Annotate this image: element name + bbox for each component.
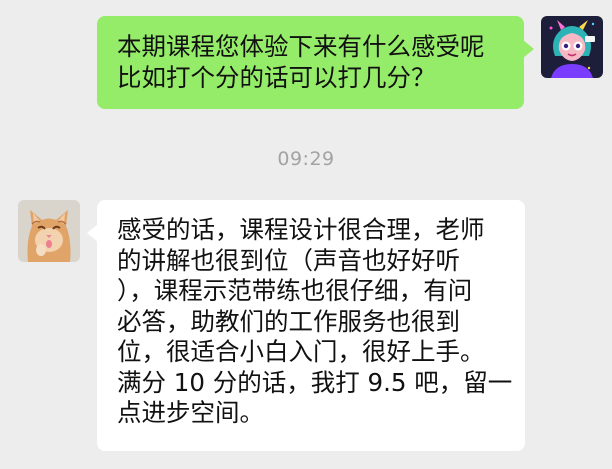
received-message-line: 满分 10 分的话，我打 9.5 吧，留一 — [117, 367, 513, 397]
sent-message-bubble[interactable]: 本期课程您体验下来有什么感受呢 比如打个分的话可以打几分？ — [97, 16, 534, 109]
received-message-line: 的讲解也很到位（声音也好好听 — [117, 245, 460, 275]
message-timestamp: 09:29 — [277, 148, 335, 170]
chat-window: 本期课程您体验下来有什么感受呢 比如打个分的话可以打几分？ 09:29 感受的话… — [0, 0, 612, 469]
received-message-line: 点进步空间。 — [117, 398, 264, 427]
my-avatar[interactable] — [541, 16, 603, 78]
sent-message-line: 本期课程您体验下来有什么感受呢 — [117, 32, 485, 61]
cartoon-girl-avatar-icon — [541, 16, 603, 78]
orange-kitten-avatar-icon — [18, 200, 80, 262]
contact-avatar[interactable] — [18, 200, 80, 262]
received-message-line: 必答，助教们的工作服务也很到 — [117, 306, 460, 336]
received-message-line: ），课程示范带练也很仔细，有问 — [117, 276, 473, 305]
sent-message-line: 比如打个分的话可以打几分？ — [117, 62, 436, 92]
received-message-bubble[interactable]: 感受的话，课程设计很合理，老师 的讲解也很到位（声音也好好听 ），课程示范带练也… — [87, 200, 525, 451]
received-message-line: 位，很适合小白入门，很好上手。 — [117, 337, 485, 366]
received-message-line: 感受的话，课程设计很合理，老师 — [117, 215, 485, 244]
